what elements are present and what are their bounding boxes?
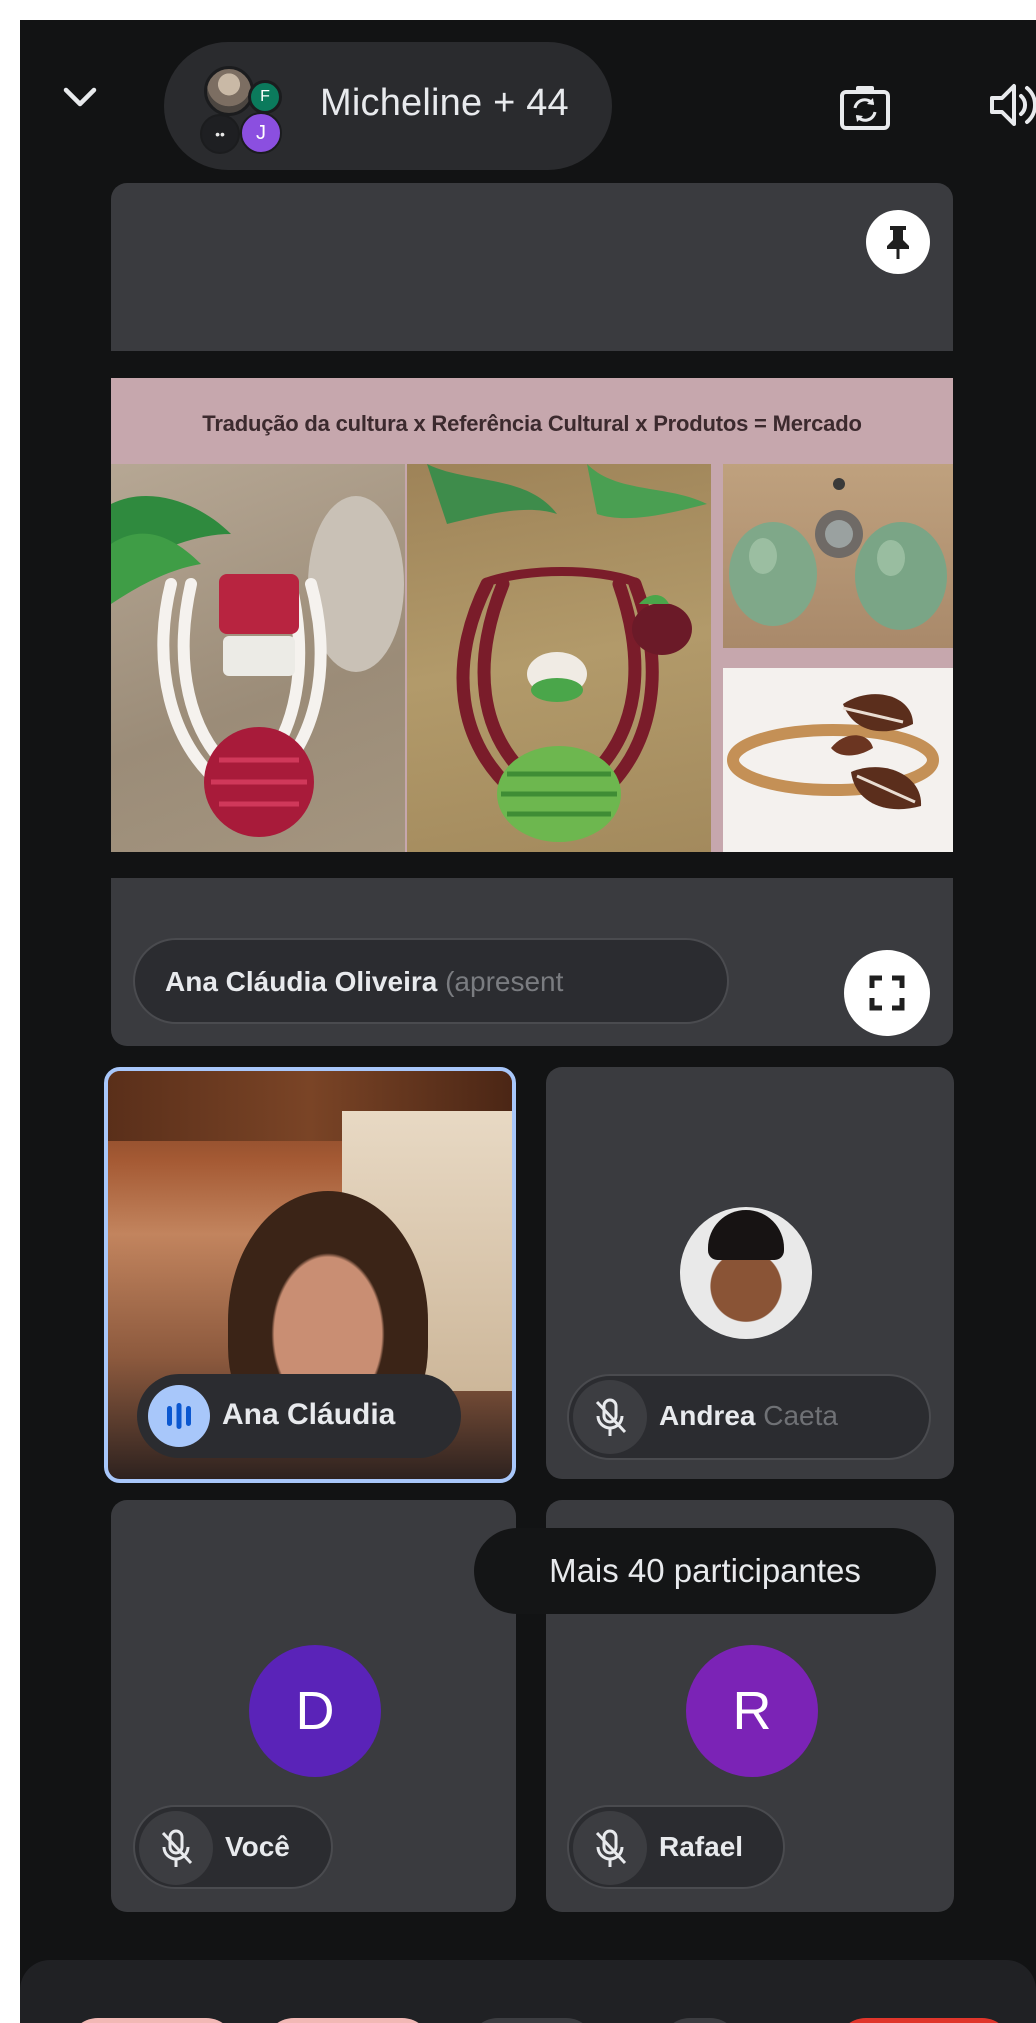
slide-photo-necklace-red: [407, 464, 711, 852]
slide-photo-necklace-white: [111, 464, 405, 852]
pin-icon: [887, 226, 909, 259]
avatar: R: [686, 1645, 818, 1777]
fullscreen-button[interactable]: [844, 950, 930, 1036]
presenter-name: Ana Cláudia Oliveira (apresent: [165, 966, 563, 998]
mic-toggle-button[interactable]: [68, 2018, 236, 2023]
mic-off-icon: [139, 1811, 213, 1885]
slide-photo-bracelet: [723, 668, 953, 852]
presentation-tile-top: [111, 183, 953, 351]
camera-toggle-button[interactable]: [264, 2018, 432, 2023]
participant-name: Ana Cláudia: [222, 1398, 396, 1431]
participant-name-pill: Andrea Caeta: [567, 1374, 931, 1460]
participant-avatar-stack: F •• J: [200, 66, 284, 154]
participant-name-pill: Você: [133, 1805, 333, 1889]
camera-switch-icon[interactable]: [838, 82, 892, 134]
shared-slide: Tradução da cultura x Referência Cultura…: [111, 378, 953, 852]
slide-photo-earrings: [723, 464, 953, 648]
speaker-icon[interactable]: [988, 80, 1036, 130]
participant-name-pill: Rafael: [567, 1805, 785, 1889]
pin-button[interactable]: [866, 210, 930, 274]
participant-name: Você: [225, 1831, 290, 1862]
avatar-group: ••: [200, 114, 240, 154]
meet-call-screen: F •• J Micheline + 44 Tradução da cultur…: [20, 20, 1036, 2023]
meeting-title-pill[interactable]: F •• J Micheline + 44: [164, 42, 612, 170]
mic-off-icon: [573, 1811, 647, 1885]
slide-title: Tradução da cultura x Referência Cultura…: [202, 411, 862, 436]
more-participants-tooltip[interactable]: Mais 40 participantes: [474, 1528, 936, 1614]
mic-off-icon: [573, 1380, 647, 1454]
participant-name: Rafael: [659, 1831, 744, 1862]
presenter-name-text: Ana Cláudia Oliveira: [165, 966, 438, 997]
avatar: D: [249, 1645, 381, 1777]
call-controls-bar: [20, 1960, 1036, 2023]
participant-name-fade: Caeta: [763, 1400, 838, 1431]
presenter-name-pill: Ana Cláudia Oliveira (apresent: [133, 938, 729, 1024]
presenter-suffix: (apresent: [445, 966, 564, 997]
participant-name-text: Andrea: [659, 1400, 756, 1431]
avatar-letter: F: [248, 80, 282, 114]
end-call-button[interactable]: [836, 2018, 1012, 2023]
fullscreen-icon: [869, 975, 905, 1011]
chevron-down-icon[interactable]: [60, 78, 100, 118]
participant-name: Andrea Caeta: [659, 1400, 838, 1432]
meeting-title: Micheline + 44: [320, 82, 569, 124]
avatar-letter: J: [240, 112, 282, 154]
audio-level-icon: [148, 1385, 210, 1447]
avatar: [204, 66, 254, 116]
